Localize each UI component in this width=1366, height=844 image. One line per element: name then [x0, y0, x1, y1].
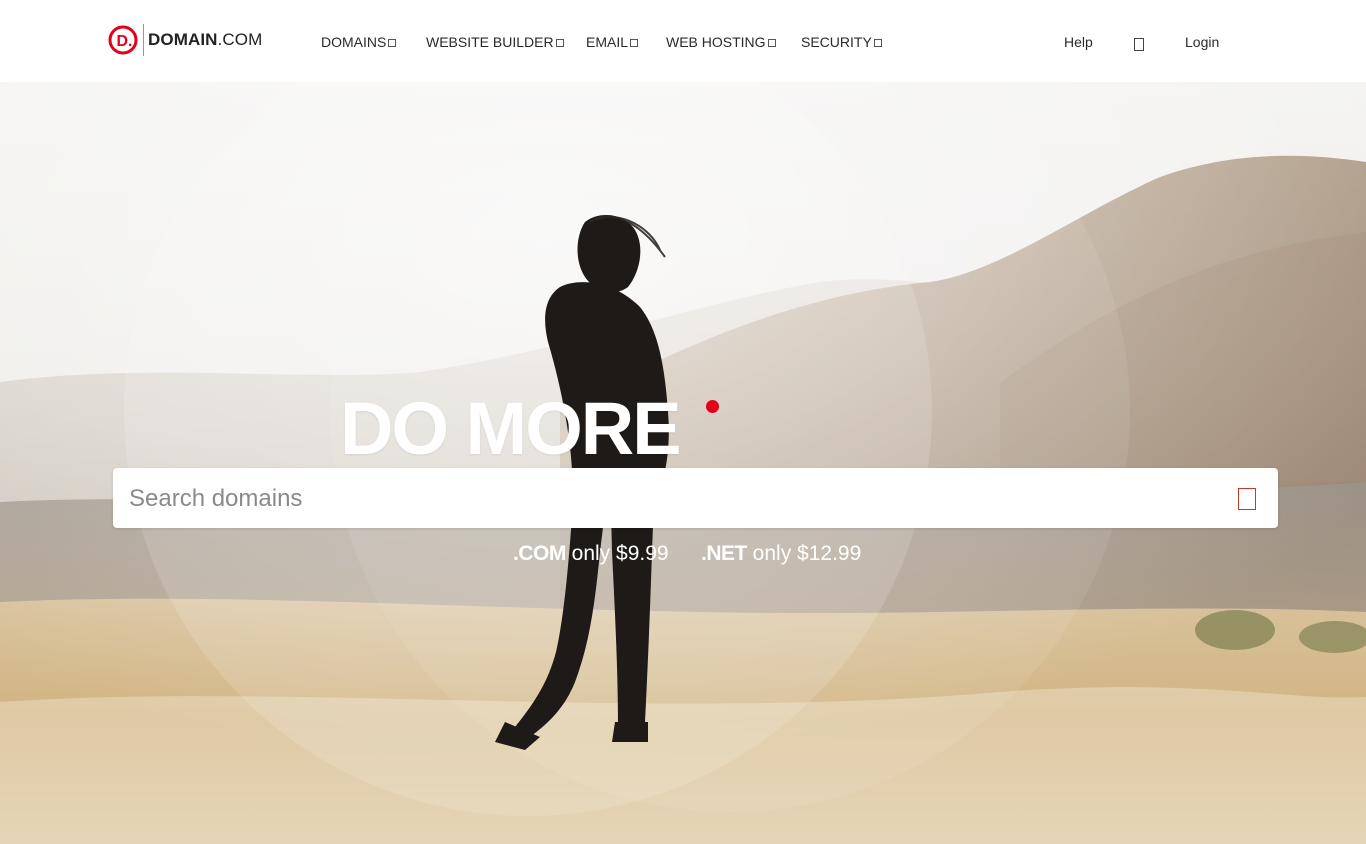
domain-search-bar: [113, 468, 1278, 530]
chevron-down-icon: [873, 38, 882, 47]
nav-security-label: SECURITY: [801, 34, 872, 50]
logo-link[interactable]: D. DOMAIN.COM: [108, 22, 262, 58]
hero-section: DO MORE .COM only $9.99 .NET only $12.99: [0, 82, 1366, 844]
headline-accent-dot: [706, 400, 719, 413]
hero-headline: DO MORE: [340, 386, 682, 470]
price-com-text: only $9.99: [565, 542, 669, 565]
nav-email[interactable]: EMAIL: [586, 34, 639, 50]
nav-web-hosting[interactable]: WEB HOSTING: [666, 34, 776, 50]
price-net[interactable]: .NET only $12.99: [701, 542, 861, 566]
hero-background-image: [0, 82, 1366, 844]
help-link[interactable]: Help: [1064, 34, 1093, 50]
logo-wordmark: DOMAIN.COM: [148, 30, 262, 50]
nav-website-builder[interactable]: WEBSITE BUILDER: [426, 34, 564, 50]
site-header: D. DOMAIN.COM DOMAINS WEBSITE BUILDER EM…: [0, 0, 1366, 82]
nav-website-builder-label: WEBSITE BUILDER: [426, 34, 554, 50]
nav-domains-label: DOMAINS: [321, 34, 387, 50]
logo-icon: D.: [108, 25, 138, 55]
price-net-text: only $12.99: [746, 542, 862, 565]
chevron-down-icon: [767, 38, 776, 47]
chevron-down-icon: [555, 38, 564, 47]
domain-search-input[interactable]: [127, 468, 1231, 530]
logo-bold-text: DOMAIN: [148, 30, 218, 49]
logo-mark-text: D.: [117, 33, 133, 50]
chevron-down-icon: [630, 38, 639, 47]
chevron-down-icon: [388, 38, 397, 47]
search-icon[interactable]: [1238, 488, 1256, 510]
nav-email-label: EMAIL: [586, 34, 629, 50]
logo-divider: [143, 24, 144, 56]
tld-com: .COM: [513, 542, 566, 565]
nav-domains[interactable]: DOMAINS: [321, 34, 397, 50]
nav-web-hosting-label: WEB HOSTING: [666, 34, 766, 50]
price-com[interactable]: .COM only $9.99: [513, 542, 669, 566]
cart-icon[interactable]: [1134, 38, 1144, 51]
login-link[interactable]: Login: [1185, 34, 1219, 50]
tld-net: .NET: [701, 542, 747, 565]
logo-suffix-text: .COM: [217, 30, 263, 49]
nav-security[interactable]: SECURITY: [801, 34, 882, 50]
